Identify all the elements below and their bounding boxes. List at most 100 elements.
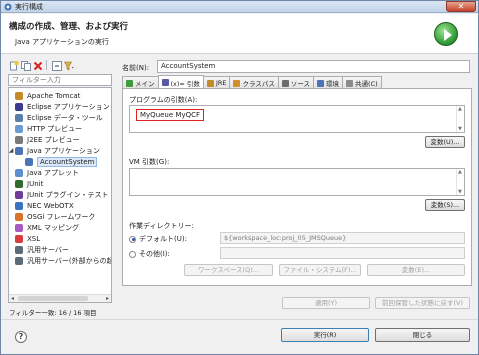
tree-item[interactable]: AccountSystem: [25, 156, 98, 167]
tree-horizontal-scrollbar[interactable]: ◂ ▸: [9, 294, 111, 302]
program-args-value: MyQueue MyQCF: [136, 109, 205, 121]
name-input[interactable]: AccountSystem: [157, 60, 470, 73]
directory-variables-button[interactable]: 変数(E)...: [367, 264, 465, 276]
delete-icon[interactable]: [32, 60, 43, 71]
scroll-down-icon[interactable]: ▼: [458, 189, 462, 195]
osgi-icon: [15, 212, 23, 221]
tree-item[interactable]: J2EE プレビュー: [15, 134, 80, 145]
run-button[interactable]: 実行(R): [281, 328, 369, 342]
tab-label: (x)= 引数: [170, 79, 200, 88]
header-subtitle: Java アプリケーションの実行: [15, 38, 109, 46]
radio-unselected[interactable]: [129, 250, 136, 258]
tree-item-label: JUnit: [27, 179, 44, 188]
tree-item-label: XML マッピング: [27, 223, 79, 232]
other-radio-label: その他(I):: [139, 250, 170, 258]
run-configurations-window: 実行構成 ✕ 構成の作成、管理、および実行 Java アプリケーションの実行 汎…: [0, 0, 479, 355]
scroll-up-icon[interactable]: ▲: [458, 169, 462, 175]
close-window-button[interactable]: ✕: [446, 1, 476, 12]
tree-item[interactable]: HTTP プレビュー: [15, 123, 82, 134]
tomcat-icon: [15, 91, 23, 100]
server-icon: [15, 245, 23, 254]
tree-item-label: HTTP プレビュー: [27, 124, 83, 133]
junit-plugin-icon: [15, 190, 23, 199]
default-radio[interactable]: デフォルト(U):: [129, 234, 187, 244]
close-button[interactable]: 閉じる: [375, 328, 470, 342]
tree-item-label: Eclipse アプリケーション: [27, 102, 110, 111]
vm-args-variables-button[interactable]: 変数(S)...: [425, 199, 465, 211]
header-title: 構成の作成、管理、および実行: [9, 22, 129, 32]
other-directory-field: [220, 247, 465, 259]
tree-item[interactable]: NEC WebOTX: [15, 200, 74, 211]
title-bar: 実行構成 ✕: [1, 1, 478, 13]
tree-item[interactable]: 汎用サーバー: [15, 244, 69, 255]
tab-label: メイン: [135, 80, 155, 88]
app-icon: [4, 3, 12, 11]
server-ext-icon: [15, 256, 23, 265]
tab-label: ソース: [290, 80, 311, 88]
data-tool-icon: [15, 113, 23, 122]
tree-item-label: Java アプリケーション: [27, 146, 100, 155]
vm-args-textarea[interactable]: ▲ ▼: [129, 168, 465, 196]
tab-args[interactable]: (x)= 引数: [157, 75, 204, 89]
name-label: 名前(N):: [122, 64, 150, 72]
tree-item-label: JUnit プラグイン・テスト: [27, 190, 109, 199]
vm-args-scrollbar[interactable]: ▲ ▼: [456, 169, 464, 195]
tree-item[interactable]: ◢ Java アプリケーション: [9, 145, 100, 156]
scroll-up-icon[interactable]: ▲: [458, 106, 462, 112]
tree-item-label: NEC WebOTX: [27, 201, 74, 210]
tree-item-label: 汎用サーバー: [27, 245, 69, 254]
eclipse-icon: [15, 102, 23, 111]
source-tab-icon: [281, 79, 289, 87]
radio-selected[interactable]: [129, 235, 136, 243]
tree-item-label: XSL: [27, 234, 41, 243]
program-args-variables-button[interactable]: 変数(U)...: [425, 136, 465, 148]
duplicate-icon[interactable]: [20, 60, 31, 71]
tree-item[interactable]: JUnit プラグイン・テスト: [15, 189, 109, 200]
tree-item-label: J2EE プレビュー: [27, 135, 80, 144]
filesystem-button[interactable]: ファイル・システム(F)...: [279, 264, 361, 276]
tree-item-label: 汎用サーバー(外部からの起: [27, 256, 112, 265]
tree-item[interactable]: 汎用サーバー(外部からの起: [15, 255, 112, 266]
tab-label: クラスパス: [242, 80, 275, 88]
workspace-button[interactable]: ワークスペース(Q)...: [184, 264, 273, 276]
tree-item[interactable]: Apache Tomcat: [15, 90, 80, 101]
tab-label: 環境: [326, 80, 340, 88]
apply-button[interactable]: 適用(Y): [282, 297, 370, 309]
expanded-arrow-icon[interactable]: ◢: [9, 147, 15, 154]
other-radio[interactable]: その他(I):: [129, 249, 170, 259]
tree-item[interactable]: Java アプレット: [15, 167, 79, 178]
filter-input[interactable]: [8, 74, 112, 86]
tree-item[interactable]: JUnit: [15, 178, 43, 189]
default-directory-field: ${workspace_loc:proj_05_JMSQueue}: [220, 232, 465, 244]
scroll-thumb[interactable]: [18, 296, 88, 301]
j2ee-icon: [15, 135, 23, 144]
common-tab-icon: [346, 79, 354, 87]
dialog-header: 構成の作成、管理、および実行 Java アプリケーションの実行: [1, 14, 478, 54]
java-app-icon: [15, 146, 23, 155]
arguments-tab-panel: プログラムの引数(A): MyQueue MyQCF ▲ ▼ 変数(U)... V…: [122, 88, 472, 286]
tree-item[interactable]: OSGi フレームワーク: [15, 211, 95, 222]
tree-item[interactable]: Eclipse アプリケーション: [15, 101, 110, 112]
help-icon[interactable]: ?: [15, 331, 27, 343]
tree-item[interactable]: Eclipse データ・ツール: [15, 112, 103, 123]
program-args-label: プログラムの引数(A):: [129, 96, 198, 104]
program-args-scrollbar[interactable]: ▲ ▼: [456, 106, 464, 132]
scroll-down-icon[interactable]: ▼: [458, 126, 462, 132]
scroll-left-icon[interactable]: ◂: [11, 295, 14, 302]
args-tab-icon: [161, 79, 169, 86]
default-radio-label: デフォルト(U):: [139, 235, 187, 243]
filter-icon[interactable]: [63, 60, 74, 71]
tree-item-label: Apache Tomcat: [27, 91, 81, 100]
tree-item[interactable]: XSL: [15, 233, 40, 244]
classpath-tab-icon: [233, 79, 241, 87]
run-icon: [434, 22, 458, 46]
new-config-icon[interactable]: [8, 60, 19, 71]
scroll-right-icon[interactable]: ▸: [106, 295, 109, 302]
revert-button[interactable]: 前回保管した状態に戻す(V): [375, 297, 470, 309]
program-args-textarea[interactable]: MyQueue MyQCF ▲ ▼: [129, 105, 465, 133]
collapse-icon[interactable]: [51, 60, 62, 71]
webotx-icon: [15, 201, 23, 210]
tree-item[interactable]: XML マッピング: [15, 222, 79, 233]
window-title: 実行構成: [15, 3, 43, 11]
tab-label: 共通(C): [355, 80, 378, 88]
